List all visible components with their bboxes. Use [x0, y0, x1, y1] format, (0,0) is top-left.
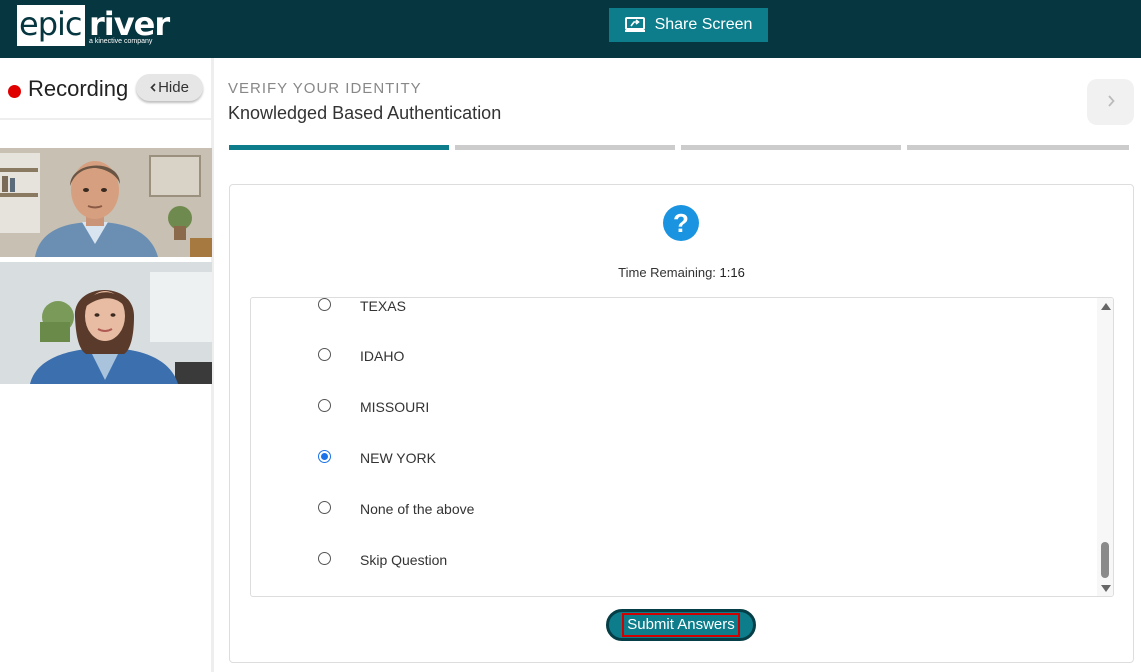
share-screen-button[interactable]: Share Screen: [609, 8, 768, 42]
progress-segment-3: [681, 145, 901, 150]
hide-label: Hide: [158, 79, 189, 96]
share-screen-icon: [624, 17, 645, 33]
next-step-button[interactable]: [1087, 79, 1134, 125]
progress-segment-4: [907, 145, 1129, 150]
share-screen-label: Share Screen: [654, 16, 753, 33]
answer-option[interactable]: IDAHO: [251, 348, 1096, 378]
radio-button[interactable]: [318, 298, 331, 311]
radio-button[interactable]: [318, 348, 331, 361]
answer-option-label: IDAHO: [360, 348, 405, 364]
answer-option-label: Skip Question: [360, 552, 448, 568]
radio-button[interactable]: [318, 552, 331, 565]
logo-epic-text: epic: [19, 5, 82, 43]
timer-value: 1:16: [719, 265, 745, 280]
step-kicker: VERIFY YOUR IDENTITY: [228, 80, 422, 97]
answer-option[interactable]: TEXAS: [251, 298, 1096, 328]
radio-button[interactable]: [318, 501, 331, 514]
chevron-left-icon: [150, 79, 156, 96]
hide-button[interactable]: Hide: [136, 74, 203, 101]
question-icon: ?: [663, 205, 699, 241]
answer-option[interactable]: NEW YORK: [251, 450, 1096, 480]
agent-video-feed: [0, 148, 212, 257]
recording-header: Recording Hide: [0, 58, 212, 120]
recording-dot-icon: [8, 85, 21, 98]
top-header: epic river a kinective company Share Scr…: [0, 0, 1141, 58]
answer-option[interactable]: MISSOURI: [251, 399, 1096, 429]
recording-label: Recording: [28, 76, 129, 101]
answer-option-label: NEW YORK: [360, 450, 436, 466]
recording-panel: Recording Hide: [0, 58, 214, 672]
progress-segment-2: [455, 145, 675, 150]
answer-option-label: MISSOURI: [360, 399, 430, 415]
submit-answers-button[interactable]: Submit Answers: [606, 609, 756, 641]
radio-button[interactable]: [318, 399, 331, 412]
logo-subtitle: a kinective company: [89, 38, 153, 45]
timer-label: Time Remaining:: [618, 265, 716, 280]
page-title: Knowledged Based Authentication: [228, 103, 502, 123]
submit-answers-label: Submit Answers: [622, 613, 740, 637]
scroll-thumb[interactable]: [1101, 542, 1109, 578]
progress-segment-1: [229, 145, 449, 150]
answer-option-label: TEXAS: [360, 298, 406, 314]
time-remaining: Time Remaining: 1:16: [230, 265, 1133, 280]
answer-option-label: None of the above: [360, 501, 475, 517]
answer-options-list[interactable]: TEXAS IDAHO MISSOURI NEW YORK None of th…: [250, 297, 1114, 597]
scroll-down-arrow-icon[interactable]: [1101, 585, 1111, 592]
epicriver-logo: epic river a kinective company: [17, 5, 170, 46]
scroll-up-arrow-icon[interactable]: [1101, 303, 1111, 310]
answer-option[interactable]: Skip Question: [251, 552, 1096, 582]
options-scrollbar[interactable]: [1097, 298, 1113, 596]
customer-video-feed: [0, 262, 212, 384]
answer-option[interactable]: None of the above: [251, 501, 1096, 531]
chevron-right-icon: [1107, 94, 1115, 110]
question-card: ? Time Remaining: 1:16 TEXAS IDAHO MISSO…: [229, 184, 1134, 663]
radio-button-selected[interactable]: [318, 450, 331, 463]
